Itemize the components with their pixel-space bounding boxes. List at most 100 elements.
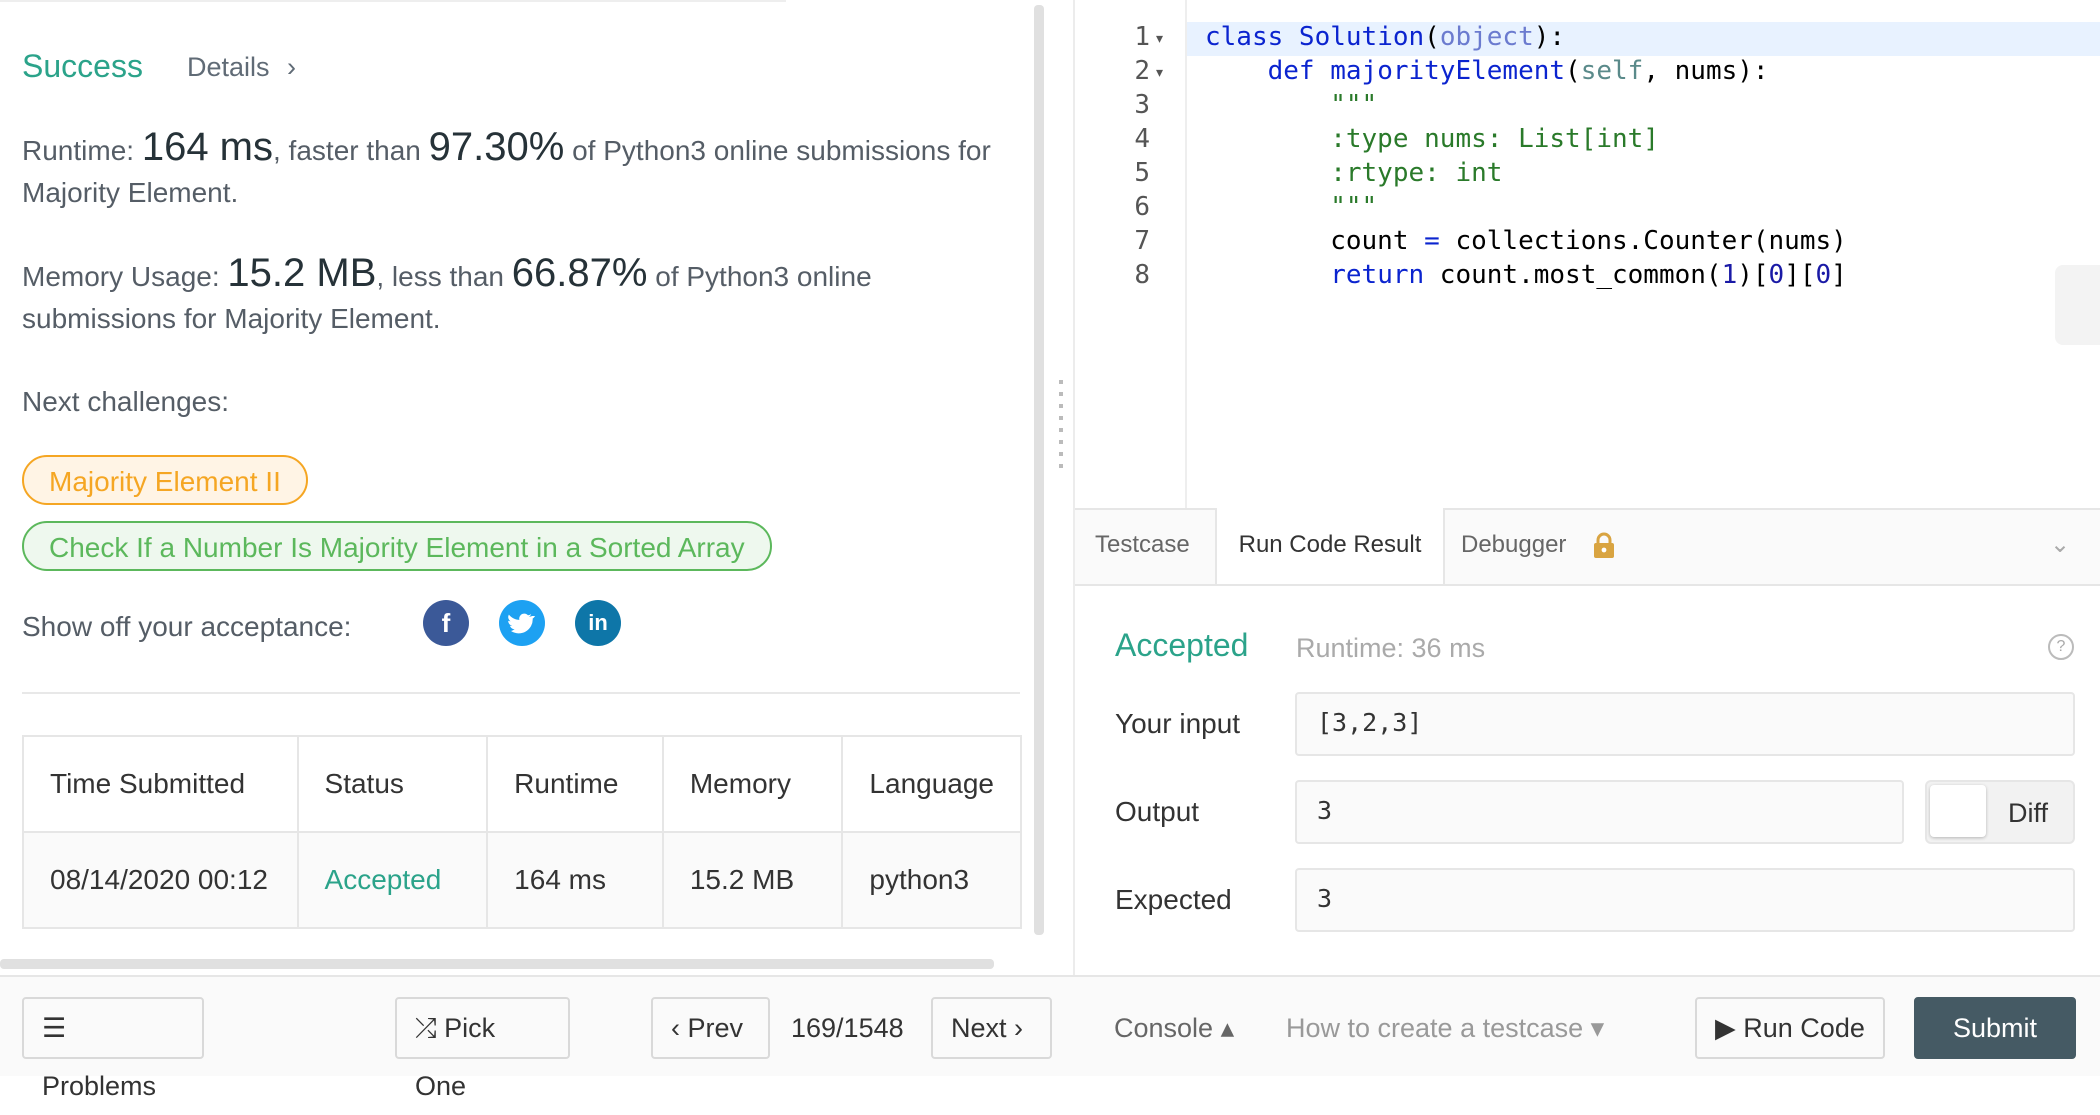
pick-one-button[interactable]: ⤮ Pick One [395, 997, 570, 1101]
panel-resizer[interactable] [1052, 0, 1074, 975]
line-number: 6 [1134, 192, 1150, 222]
help-icon[interactable]: ? [2048, 634, 2074, 660]
output-value-box: 3 [1295, 780, 1904, 844]
line-number: 4 [1134, 124, 1150, 154]
side-drawer-tab[interactable] [2055, 265, 2100, 345]
line-number: 2 [1134, 56, 1150, 86]
memory-mid: , less than [376, 261, 505, 292]
diff-toggle-knob[interactable] [1930, 785, 1986, 837]
prev-button[interactable]: ‹ Prev [651, 997, 770, 1059]
code-token: count [1205, 226, 1425, 256]
challenge-pill-check-majority-sorted[interactable]: Check If a Number Is Majority Element in… [22, 521, 772, 571]
next-challenges-label: Next challenges: [22, 386, 230, 417]
problems-button[interactable]: ☰ Problems [22, 997, 204, 1101]
cell-runtime: 164 ms [486, 831, 664, 929]
showoff-label: Show off your acceptance: [22, 611, 352, 642]
column-header: Time Submitted [22, 735, 299, 833]
runtime-label: Runtime: [22, 135, 135, 166]
code-token: 0 [1815, 260, 1832, 290]
next-button[interactable]: Next › [931, 997, 1052, 1059]
memory-summary: Memory Usage: 15.2 MB, less than 66.87% … [22, 252, 1012, 340]
code-token: collections.Counter(nums) [1439, 226, 1847, 256]
details-link[interactable]: Details › [187, 52, 296, 83]
cell-status-link[interactable]: Accepted [296, 831, 489, 929]
line-number: 5 [1134, 158, 1150, 188]
submit-button[interactable]: Submit [1914, 997, 2076, 1059]
code-line-4: :type nums: List[int] [1205, 124, 1659, 154]
submissions-table: Time Submitted Status Runtime Memory Lan… [22, 735, 1022, 929]
top-border [0, 0, 786, 2]
code-token: def [1205, 56, 1331, 86]
runtime-value: 164 ms [141, 125, 273, 169]
submission-detail-panel: Success Details › Runtime: 164 ms, faste… [0, 0, 1044, 975]
column-header: Language [841, 735, 1022, 833]
collapse-chevron-icon[interactable]: ⌄ [2050, 530, 2070, 559]
code-token: self [1580, 56, 1644, 86]
column-header: Runtime [486, 735, 664, 833]
run-code-button[interactable]: ▶ Run Code [1695, 997, 1885, 1059]
success-title: Success [22, 48, 143, 84]
result-status: Accepted [1115, 627, 1249, 663]
runtime-mid: , faster than [273, 135, 421, 166]
input-label: Your input [1115, 708, 1241, 739]
cell-memory: 15.2 MB [661, 831, 844, 929]
code-line-1: class Solution(object): [1205, 22, 1565, 52]
code-token: majorityElement [1330, 56, 1566, 86]
code-token: ][ [1784, 260, 1816, 290]
twitter-bird-glyph [508, 613, 536, 634]
memory-value: 15.2 MB [227, 251, 377, 295]
expected-value-box: 3 [1295, 868, 2075, 932]
code-token: ( [1424, 22, 1440, 52]
code-line-8: return count.most_common(1)[0][0] [1205, 260, 1847, 290]
runtime-summary: Runtime: 164 ms, faster than 97.30% of P… [22, 126, 1012, 214]
vertical-scrollbar[interactable] [1034, 5, 1044, 935]
fold-arrow-icon[interactable]: ▾ [1156, 64, 1163, 81]
code-token: ] [1831, 260, 1847, 290]
code-line-5: :rtype: int [1205, 158, 1503, 188]
code-token: , nums): [1643, 56, 1769, 86]
challenge-pill-majority-element-ii[interactable]: Majority Element II [22, 455, 308, 505]
code-token: = [1424, 226, 1440, 256]
line-number: 7 [1134, 226, 1150, 256]
input-value-box: [3,2,3] [1295, 692, 2075, 756]
code-token: count.most_common( [1424, 260, 1722, 290]
line-number: 8 [1134, 260, 1150, 290]
code-token: Solution [1298, 22, 1425, 52]
linkedin-icon[interactable]: in [575, 600, 621, 646]
output-label: Output [1115, 796, 1200, 827]
code-line-3: """ [1205, 90, 1378, 120]
console-toggle[interactable]: Console ▴ [1114, 1013, 1234, 1044]
problem-counter: 169/1548 [791, 1013, 904, 1043]
memory-label: Memory Usage: [22, 261, 220, 292]
facebook-icon[interactable]: f [423, 600, 469, 646]
column-header: Memory [661, 735, 844, 833]
code-token: ( [1565, 56, 1581, 86]
table-row: 08/14/2020 00:12 Accepted 164 ms 15.2 MB… [22, 831, 1022, 929]
cell-time-submitted: 08/14/2020 00:12 [22, 831, 299, 929]
tab-debugger[interactable]: Debugger [1461, 508, 1566, 582]
code-token: ): [1533, 22, 1566, 52]
memory-percentile: 66.87% [511, 251, 648, 295]
column-header: Status [296, 735, 489, 833]
code-token: object [1439, 22, 1534, 52]
twitter-icon[interactable] [499, 600, 545, 646]
diff-label[interactable]: Diff [2008, 798, 2048, 829]
runtime-percentile: 97.30% [428, 125, 565, 169]
code-token: 1 [1721, 260, 1738, 290]
details-label[interactable]: Details [187, 52, 270, 82]
horizontal-scrollbar[interactable] [0, 959, 994, 969]
table-header-row: Time Submitted Status Runtime Memory Lan… [22, 735, 1022, 833]
code-token: )[ [1737, 260, 1769, 290]
resize-grip-icon[interactable] [1059, 380, 1063, 470]
how-to-testcase-link[interactable]: How to create a testcase ▾ [1286, 1013, 1604, 1044]
fold-arrow-icon[interactable]: ▾ [1156, 30, 1163, 47]
line-number: 3 [1134, 90, 1150, 120]
section-divider [22, 692, 1020, 694]
lock-icon [1594, 532, 1614, 558]
tab-testcase[interactable]: Testcase [1095, 508, 1190, 582]
code-token: class [1205, 22, 1299, 52]
code-token: 0 [1768, 260, 1785, 290]
tab-run-code-result[interactable]: Run Code Result [1215, 508, 1445, 584]
code-line-2: def majorityElement(self, nums): [1205, 56, 1769, 86]
